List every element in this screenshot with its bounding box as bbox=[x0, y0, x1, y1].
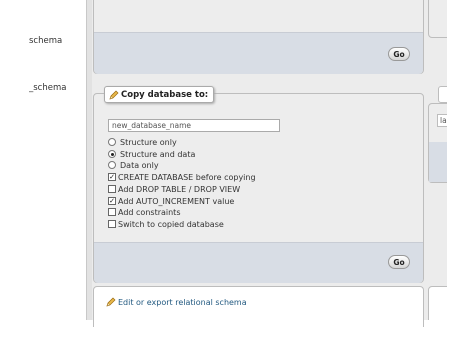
nav-item-schema-2[interactable]: _schema bbox=[29, 83, 66, 93]
top-panel bbox=[93, 0, 424, 74]
pencil-icon bbox=[106, 297, 116, 307]
right-fieldset-footer bbox=[429, 142, 447, 182]
option-structure-only[interactable]: Structure only bbox=[108, 137, 177, 147]
option-add-auto-increment[interactable]: ✓ Add AUTO_INCREMENT value bbox=[108, 196, 234, 206]
option-switch-to-copied[interactable]: Switch to copied database bbox=[108, 219, 224, 229]
phpmyadmin-operations-screen: schema _schema Go Copy database to: Stru… bbox=[0, 0, 474, 355]
top-go-button[interactable]: Go bbox=[388, 47, 410, 61]
relational-schema-row[interactable]: Edit or export relational schema bbox=[106, 297, 247, 307]
copy-database-legend: Copy database to: bbox=[104, 86, 215, 103]
add-drop-table-checkbox[interactable] bbox=[108, 185, 116, 193]
nav-item-schema[interactable]: schema bbox=[29, 36, 62, 46]
copy-database-title: Copy database to: bbox=[121, 89, 209, 100]
switch-to-copied-label: Switch to copied database bbox=[118, 219, 224, 229]
copy-database-go-button[interactable]: Go bbox=[388, 255, 410, 269]
add-constraints-checkbox[interactable] bbox=[108, 208, 116, 216]
create-database-checkbox[interactable]: ✓ bbox=[108, 173, 116, 181]
edit-relational-schema-link[interactable]: Edit or export relational schema bbox=[118, 298, 247, 307]
switch-to-copied-checkbox[interactable] bbox=[108, 220, 116, 228]
right-fragment-input[interactable] bbox=[437, 114, 447, 127]
data-only-radio[interactable] bbox=[108, 161, 116, 169]
option-create-database[interactable]: ✓ CREATE DATABASE before copying bbox=[108, 172, 256, 182]
new-database-name-input[interactable] bbox=[108, 119, 280, 132]
structure-and-data-label: Structure and data bbox=[120, 149, 196, 159]
structure-only-label: Structure only bbox=[120, 137, 177, 147]
structure-only-radio[interactable] bbox=[108, 138, 116, 146]
copy-database-footer bbox=[94, 242, 423, 283]
right-column-fragment bbox=[428, 0, 447, 320]
add-auto-increment-checkbox[interactable]: ✓ bbox=[108, 197, 116, 205]
option-structure-and-data[interactable]: Structure and data bbox=[108, 149, 195, 159]
option-add-drop-table[interactable]: Add DROP TABLE / DROP VIEW bbox=[108, 184, 240, 194]
right-top-panel-fragment bbox=[428, 0, 447, 38]
structure-and-data-radio[interactable] bbox=[108, 150, 116, 158]
option-add-constraints[interactable]: Add constraints bbox=[108, 207, 181, 217]
create-database-label: CREATE DATABASE before copying bbox=[118, 172, 256, 182]
top-panel-footer bbox=[94, 32, 423, 74]
add-auto-increment-label: Add AUTO_INCREMENT value bbox=[118, 196, 235, 206]
add-constraints-label: Add constraints bbox=[118, 207, 181, 217]
navigation-panel: schema _schema bbox=[29, 0, 86, 320]
option-data-only[interactable]: Data only bbox=[108, 160, 159, 170]
data-only-label: Data only bbox=[120, 160, 159, 170]
right-bottom-fragment bbox=[428, 286, 447, 320]
right-legend-fragment bbox=[438, 86, 447, 103]
pencil-icon bbox=[109, 90, 119, 100]
add-drop-table-label: Add DROP TABLE / DROP VIEW bbox=[118, 184, 241, 194]
